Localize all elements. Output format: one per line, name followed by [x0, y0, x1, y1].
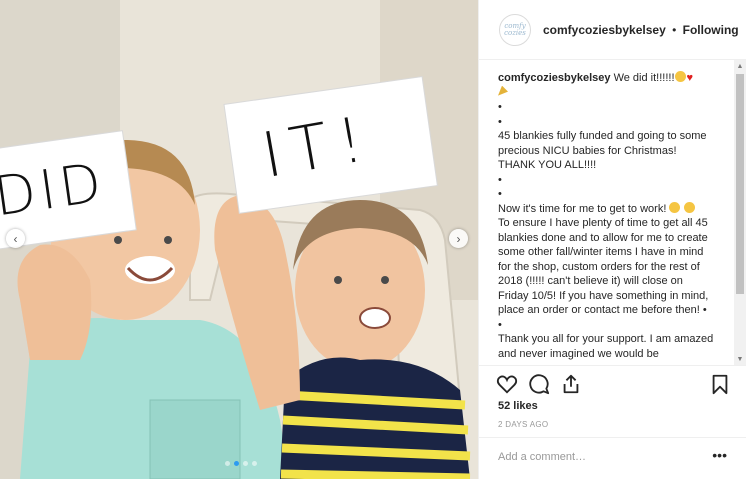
emoji-group: ♥ — [674, 71, 694, 86]
post-side-panel: comfy cozies comfycoziesbykelsey • Follo… — [478, 0, 746, 479]
raised-hands-emoji-icon — [674, 71, 686, 82]
scroll-down-arrow-icon[interactable]: ▼ — [734, 353, 746, 365]
more-options-icon[interactable]: ••• — [712, 448, 727, 462]
following-button[interactable]: Following — [683, 23, 739, 37]
post-photo[interactable]: DID IT! ‹ › — [0, 0, 478, 479]
header-separator: • — [672, 22, 677, 37]
scroll-thumb[interactable] — [736, 74, 744, 294]
caption-bullet: • — [498, 188, 502, 201]
share-icon[interactable] — [560, 373, 582, 395]
caption-paragraph-1: 45 blankies fully funded and going to so… — [498, 130, 707, 172]
sweat-smile-emoji-icon — [683, 201, 695, 213]
caption-paragraph-3: To ensure I have plenty of time to get a… — [498, 217, 709, 317]
chevron-left-icon[interactable]: ‹ — [6, 229, 25, 248]
caption-paragraph-4: Thank you all for your support. I am ama… — [498, 333, 714, 360]
comments-area[interactable]: comfycoziesbykelsey We did it!!!!!! ♥ • •… — [479, 60, 746, 365]
party-popper-icon — [498, 85, 508, 96]
caption-paragraph-2: Now it's time for me to get to work! — [498, 202, 667, 215]
photo-image — [0, 0, 478, 479]
caption-username[interactable]: comfycoziesbykelsey — [498, 72, 611, 84]
carousel-dot[interactable] — [243, 461, 248, 466]
grinning-face-emoji-icon — [669, 201, 681, 213]
heart-outline-icon[interactable] — [496, 373, 518, 395]
carousel-dot[interactable] — [252, 461, 257, 466]
header-username[interactable]: comfycoziesbykelsey — [543, 23, 666, 37]
post-date[interactable]: 2 DAYS AGO — [498, 420, 548, 429]
likes-count[interactable]: 52 likes — [498, 400, 538, 412]
carousel-dots — [225, 461, 257, 466]
post-actions — [479, 365, 746, 401]
caption-bullet: • — [498, 318, 502, 331]
caption-first-line: We did it!!!!!! — [613, 72, 675, 85]
post-caption: comfycoziesbykelsey We did it!!!!!! ♥ • •… — [498, 71, 716, 361]
caption-bullet: • — [498, 173, 502, 186]
avatar-logo-text: comfy cozies — [504, 21, 526, 37]
avatar[interactable]: comfy cozies — [499, 13, 531, 46]
post-header: comfy cozies comfycoziesbykelsey • Follo… — [479, 0, 746, 60]
chevron-right-icon[interactable]: › — [449, 229, 468, 248]
comment-bubble-icon[interactable] — [528, 373, 550, 395]
scroll-up-arrow-icon[interactable]: ▲ — [734, 60, 746, 72]
red-heart-icon: ♥ — [686, 72, 694, 84]
carousel-dot-active[interactable] — [234, 461, 239, 466]
comment-input[interactable] — [498, 451, 698, 463]
caption-bullet: • — [498, 101, 502, 114]
carousel-dot[interactable] — [225, 461, 230, 466]
caption-bullet: • — [498, 115, 502, 128]
add-comment-bar: ••• — [479, 437, 746, 479]
comments-scrollbar[interactable]: ▲ ▼ — [734, 60, 746, 365]
bookmark-icon[interactable] — [709, 373, 731, 395]
